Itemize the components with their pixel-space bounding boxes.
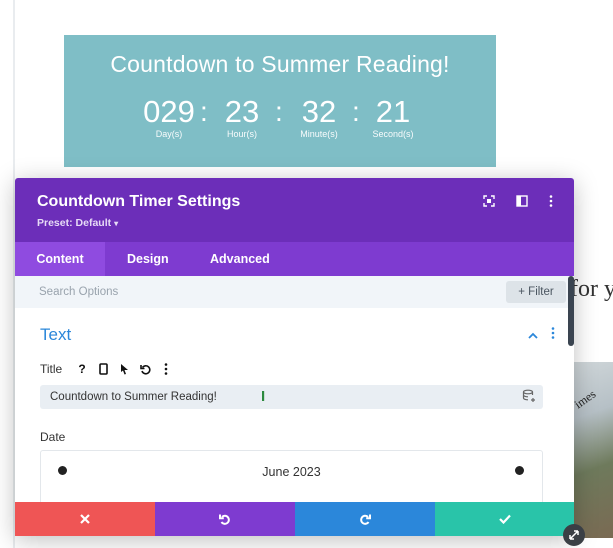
tab-content[interactable]: Content bbox=[15, 242, 105, 276]
redo-icon bbox=[360, 514, 371, 525]
tab-design[interactable]: Design bbox=[127, 242, 169, 276]
text-section-title[interactable]: Text bbox=[40, 325, 71, 345]
countdown-hours-label: Hour(s) bbox=[226, 129, 257, 139]
check-icon bbox=[498, 514, 511, 524]
settings-scrollbar[interactable] bbox=[568, 276, 574, 346]
countdown-minutes-label: Minute(s) bbox=[300, 129, 338, 139]
tab-advanced[interactable]: Advanced bbox=[210, 242, 270, 276]
countdown-seconds: 21 Second(s) bbox=[368, 94, 418, 140]
date-field-label: Date bbox=[40, 430, 66, 444]
background-image-text: imes bbox=[574, 386, 599, 412]
chevron-up-icon[interactable] bbox=[528, 328, 538, 343]
title-field-label: Title bbox=[40, 362, 63, 376]
help-icon[interactable]: ? bbox=[76, 362, 88, 376]
cancel-button[interactable] bbox=[15, 502, 155, 536]
mobile-icon[interactable] bbox=[97, 362, 109, 376]
modal-header[interactable]: Countdown Timer Settings Preset: Default… bbox=[15, 178, 574, 242]
title-input-value: Countdown to Summer Reading! bbox=[50, 391, 217, 403]
settings-modal: Countdown Timer Settings Preset: Default… bbox=[15, 178, 574, 536]
countdown-separator: : bbox=[200, 96, 208, 127]
countdown-days: 029 Day(s) bbox=[140, 94, 198, 140]
redo-button[interactable] bbox=[295, 502, 435, 536]
countdown-minutes: 32 Minute(s) bbox=[294, 94, 344, 140]
text-cursor-icon: I bbox=[261, 388, 266, 405]
close-icon bbox=[80, 514, 90, 524]
countdown-hours: 23 Hour(s) bbox=[220, 94, 264, 140]
split-view-icon[interactable] bbox=[515, 194, 529, 208]
section-more-icon[interactable] bbox=[551, 326, 557, 342]
background-heading-fragment: for y bbox=[570, 276, 613, 302]
background-newspaper-image: imes bbox=[574, 362, 613, 538]
countdown-days-label: Day(s) bbox=[155, 129, 183, 139]
resize-handle-icon[interactable] bbox=[563, 524, 585, 546]
countdown-hours-value: 23 bbox=[224, 94, 260, 129]
more-vertical-icon[interactable] bbox=[544, 194, 558, 208]
chevron-down-icon: ▾ bbox=[114, 219, 119, 228]
expand-icon[interactable] bbox=[482, 194, 496, 208]
countdown-module[interactable]: Countdown to Summer Reading! 029 Day(s) … bbox=[64, 35, 496, 167]
search-options-bar: Search Options + Filter bbox=[15, 276, 574, 308]
filter-button[interactable]: + Filter bbox=[506, 281, 566, 303]
save-button[interactable] bbox=[435, 502, 574, 536]
undo-button[interactable] bbox=[155, 502, 295, 536]
dynamic-content-icon[interactable] bbox=[522, 389, 538, 405]
calendar-month-label: June 2023 bbox=[262, 465, 321, 479]
modal-title: Countdown Timer Settings bbox=[37, 193, 241, 210]
preset-selector[interactable]: Preset: Default ▾ bbox=[37, 217, 118, 229]
countdown-separator: : bbox=[275, 96, 283, 127]
more-vertical-icon[interactable] bbox=[160, 362, 172, 376]
search-options-input[interactable]: Search Options bbox=[39, 276, 499, 308]
countdown-minutes-value: 32 bbox=[301, 94, 337, 129]
pointer-icon[interactable] bbox=[118, 362, 130, 376]
countdown-seconds-value: 21 bbox=[375, 94, 411, 129]
field-toolbar: ? bbox=[76, 361, 172, 377]
title-input[interactable]: Countdown to Summer Reading! I bbox=[40, 385, 543, 409]
preset-label: Preset: Default bbox=[37, 217, 112, 229]
countdown-separator: : bbox=[352, 96, 360, 127]
countdown-days-value: 029 bbox=[143, 94, 195, 129]
modal-tabs: Content Design Advanced bbox=[15, 242, 574, 276]
countdown-seconds-label: Second(s) bbox=[372, 129, 414, 139]
reset-icon[interactable] bbox=[139, 362, 151, 376]
countdown-title: Countdown to Summer Reading! bbox=[110, 51, 450, 77]
calendar-next-month-icon[interactable] bbox=[515, 466, 524, 475]
undo-icon bbox=[219, 514, 230, 525]
